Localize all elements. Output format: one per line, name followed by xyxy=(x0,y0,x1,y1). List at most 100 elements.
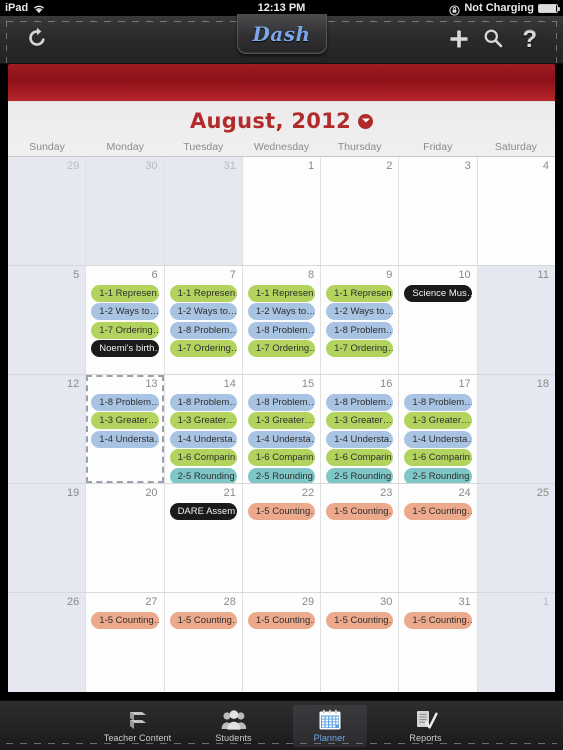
calendar-event-pill[interactable]: 2-5 Rounding xyxy=(169,467,237,483)
calendar-day-cell[interactable]: 7 1-1 Represen…1-2 Ways to…1-8 Problem…1-… xyxy=(164,266,243,374)
calendar-day-cell[interactable]: 15 1-8 Problem… 1-3 Greater… 1-4 Understa… 1… xyxy=(242,375,322,483)
calendar-event-pill[interactable]: 1-1 Represen… xyxy=(169,284,237,302)
calendar-day-cell[interactable]: 19 xyxy=(8,484,87,592)
calendar-day-cell[interactable]: 4 xyxy=(477,157,555,265)
calendar-event-pill[interactable]: 1-8 Problem… xyxy=(404,393,472,411)
calendar-event-pill[interactable]: 2-5 Rounding xyxy=(404,467,472,483)
calendar-day-cell[interactable]: 25 xyxy=(477,484,555,592)
calendar-event-pill[interactable]: 1-2 Ways to… xyxy=(169,303,237,320)
calendar-day-cell[interactable]: 29 1-5 Counting… xyxy=(242,593,322,692)
red-header-band xyxy=(8,64,555,105)
calendar-event-pill[interactable]: 1-2 Ways to… xyxy=(247,303,316,320)
tab-teacher-content[interactable]: Teacher Content xyxy=(101,705,175,747)
calendar-event-pill[interactable]: 1-2 Ways to… xyxy=(326,303,394,320)
tab-students[interactable]: Students xyxy=(197,705,271,747)
calendar-event-pill[interactable]: 1-6 Comparin… xyxy=(326,449,394,466)
calendar-event-pill[interactable]: 1-6 Comparin… xyxy=(404,449,472,466)
calendar-day-cell[interactable]: 8 1-1 Represen…1-2 Ways to…1-8 Problem…1-… xyxy=(242,266,322,374)
calendar-event-pill[interactable]: 1-7 Ordering… xyxy=(91,321,159,339)
calendar-day-cell[interactable]: 5 xyxy=(8,266,87,374)
document-check-icon xyxy=(414,709,438,731)
calendar-day-cell[interactable]: 3 xyxy=(399,157,478,265)
calendar-event-pill[interactable]: 1-4 Understa… xyxy=(169,430,237,448)
calendar-event-pill[interactable]: 1-3 Greater… xyxy=(404,412,472,429)
calendar-day-cell[interactable]: 16 1-8 Problem… 1-3 Greater… 1-4 Understa… 1… xyxy=(321,375,400,483)
calendar-event-pill[interactable]: 1-4 Understa… xyxy=(91,430,159,448)
calendar-event-pill[interactable]: 1-4 Understa… xyxy=(404,430,472,448)
calendar-day-cell[interactable]: 2 xyxy=(321,157,400,265)
calendar-event-pill[interactable]: Noemi's birth… xyxy=(91,340,159,357)
calendar-event-pill[interactable]: 2-5 Rounding xyxy=(326,467,394,483)
day-number: 22 xyxy=(301,487,315,499)
calendar-day-cell[interactable]: 29 xyxy=(8,157,87,265)
day-number: 24 xyxy=(458,487,471,499)
calendar-event-pill[interactable]: 1-5 Counting… xyxy=(404,502,472,520)
calendar-event-pill[interactable]: 1-7 Ordering… xyxy=(326,340,394,357)
calendar-event-pill[interactable]: 1-8 Problem… xyxy=(169,321,237,339)
calendar-day-cell[interactable]: 30 xyxy=(86,157,165,265)
calendar-event-pill[interactable]: 1-8 Problem… xyxy=(326,393,394,411)
tab-reports[interactable]: Reports xyxy=(389,705,463,747)
calendar-event-pill[interactable]: 1-2 Ways to… xyxy=(91,303,159,320)
calendar-event-pill[interactable]: 2-5 Rounding xyxy=(247,467,316,483)
calendar-day-cell[interactable]: 28 1-5 Counting… xyxy=(164,593,243,692)
calendar-event-pill[interactable]: 1-7 Ordering… xyxy=(247,340,316,357)
calendar-event-pill[interactable]: 1-5 Counting… xyxy=(326,611,394,629)
search-icon[interactable] xyxy=(483,28,503,52)
calendar-day-cell[interactable]: 14 1-8 Problem… 1-3 Greater… 1-4 Understa… 1… xyxy=(164,375,243,483)
calendar-event-pill[interactable]: DARE Assem… xyxy=(169,502,237,520)
calendar-day-cell[interactable]: 11 xyxy=(477,266,555,374)
calendar-event-pill[interactable]: 1-6 Comparin… xyxy=(169,449,237,466)
calendar-event-pill[interactable]: 1-5 Counting… xyxy=(247,502,316,520)
calendar-event-pill[interactable]: Science Mus… xyxy=(404,284,472,302)
calendar-day-cell[interactable]: 26 xyxy=(8,593,87,692)
status-bar-left: iPad xyxy=(5,2,45,14)
calendar-event-pill[interactable]: 1-8 Problem… xyxy=(169,393,237,411)
calendar-event-pill[interactable]: 1-1 Represen… xyxy=(91,284,159,302)
calendar-day-cell[interactable]: 30 1-5 Counting… xyxy=(321,593,400,692)
calendar-day-cell[interactable]: 18 xyxy=(477,375,555,483)
calendar-event-pill[interactable]: 1-8 Problem… xyxy=(326,321,394,339)
calendar-event-pill[interactable]: 1-5 Counting… xyxy=(326,502,394,520)
calendar-event-pill[interactable]: 1-3 Greater… xyxy=(169,412,237,429)
calendar-event-pill[interactable]: 1-5 Counting… xyxy=(247,611,316,629)
calendar-day-cell[interactable]: 1 xyxy=(477,593,555,692)
calendar-event-pill[interactable]: 1-3 Greater… xyxy=(326,412,394,429)
calendar-event-pill[interactable]: 1-8 Problem… xyxy=(91,393,159,411)
calendar-day-cell[interactable]: 1 xyxy=(242,157,322,265)
calendar-day-cell[interactable]: 10 Science Mus… xyxy=(399,266,478,374)
calendar-event-pill[interactable]: 1-8 Problem… xyxy=(247,393,316,411)
calendar-event-pill[interactable]: 1-7 Ordering… xyxy=(169,340,237,357)
calendar-event-pill[interactable]: 1-6 Comparin… xyxy=(247,449,316,466)
calendar-event-pill[interactable]: 1-5 Counting… xyxy=(91,611,159,629)
calendar-day-cell[interactable]: 17 1-8 Problem… 1-3 Greater… 1-4 Understa… 1… xyxy=(399,375,478,483)
calendar-event-pill[interactable]: 1-5 Counting… xyxy=(404,611,472,629)
calendar-event-pill[interactable]: 1-4 Understa… xyxy=(247,430,316,448)
calendar-day-cell[interactable]: 31 xyxy=(164,157,243,265)
calendar-day-cell[interactable]: 20 xyxy=(86,484,165,592)
calendar-day-cell[interactable]: 22 1-5 Counting… xyxy=(242,484,322,592)
calendar-day-cell[interactable]: 6 1-1 Represen…1-2 Ways to…1-7 Ordering…N… xyxy=(86,266,165,374)
calendar-day-cell[interactable]: 12 xyxy=(8,375,87,483)
calendar-event-pill[interactable]: 1-3 Greater… xyxy=(91,412,159,429)
calendar-week-row: 19 20 21 DARE Assem… 22 1-5 Counting… 23 1-5 Co… xyxy=(8,484,555,593)
calendar-day-cell[interactable]: 9 1-1 Represen…1-2 Ways to…1-8 Problem…1-… xyxy=(321,266,400,374)
calendar-event-pill[interactable]: 1-3 Greater… xyxy=(247,412,316,429)
calendar-day-cell-selected[interactable]: 13 1-8 Problem… 1-3 Greater… 1-4 Understa… xyxy=(86,375,165,483)
calendar-event-pill[interactable]: 1-5 Counting… xyxy=(169,611,237,629)
refresh-icon[interactable] xyxy=(26,27,48,53)
chevron-down-circle-icon[interactable] xyxy=(358,113,374,129)
calendar-day-cell[interactable]: 23 1-5 Counting… xyxy=(321,484,400,592)
question-mark-icon[interactable]: ? xyxy=(522,27,537,52)
calendar-event-pill[interactable]: 1-4 Understa… xyxy=(326,430,394,448)
calendar-day-cell[interactable]: 24 1-5 Counting… xyxy=(399,484,478,592)
tab-planner[interactable]: Planner xyxy=(292,704,367,747)
calendar-day-cell[interactable]: 27 1-5 Counting… xyxy=(86,593,165,692)
calendar-event-pill[interactable]: 1-8 Problem… xyxy=(247,321,316,339)
day-number: 6 xyxy=(151,269,158,281)
calendar-event-pill[interactable]: 1-1 Represen… xyxy=(247,284,316,302)
plus-icon[interactable] xyxy=(449,27,469,53)
calendar-day-cell[interactable]: 31 1-5 Counting… xyxy=(399,593,478,692)
calendar-day-cell[interactable]: 21 DARE Assem… xyxy=(164,484,243,592)
calendar-event-pill[interactable]: 1-1 Represen… xyxy=(326,284,394,302)
